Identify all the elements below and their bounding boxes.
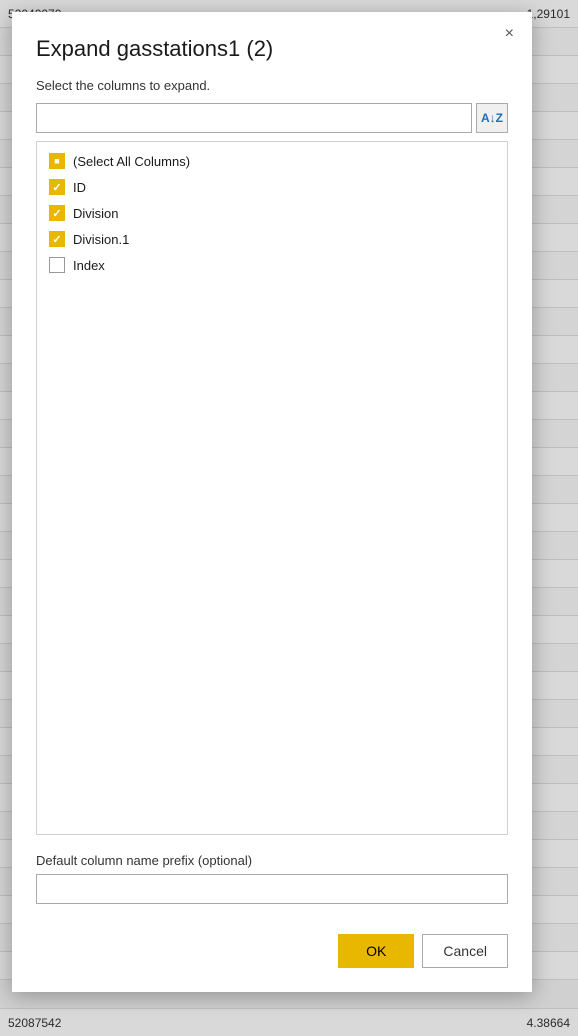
column-label-division1: Division.1 [73, 232, 129, 247]
checkbox-select-all [49, 153, 65, 169]
expand-dialog: × Expand gasstations1 (2) Select the col… [12, 12, 532, 992]
sort-icon: A↓Z [481, 111, 503, 125]
column-label-index: Index [73, 258, 105, 273]
prefix-section: Default column name prefix (optional) [36, 853, 508, 904]
column-item-id[interactable]: ID [37, 174, 507, 200]
column-item-select-all[interactable]: (Select All Columns) [37, 148, 507, 174]
column-label-select-all: (Select All Columns) [73, 154, 190, 169]
search-row: A↓Z [36, 103, 508, 133]
ok-button[interactable]: OK [338, 934, 414, 968]
prefix-label: Default column name prefix (optional) [36, 853, 508, 868]
prefix-input[interactable] [36, 874, 508, 904]
checkbox-division [49, 205, 65, 221]
column-label-id: ID [73, 180, 86, 195]
dialog-subtitle: Select the columns to expand. [36, 78, 508, 93]
cancel-button[interactable]: Cancel [422, 934, 508, 968]
checkbox-index [49, 257, 65, 273]
column-item-index[interactable]: Index [37, 252, 507, 278]
dialog-title: Expand gasstations1 (2) [36, 36, 508, 62]
column-item-division1[interactable]: Division.1 [37, 226, 507, 252]
checkbox-division1 [49, 231, 65, 247]
columns-list: (Select All Columns) ID Division Divisio… [36, 141, 508, 835]
dialog-buttons: OK Cancel [36, 934, 508, 968]
search-input[interactable] [36, 103, 472, 133]
sort-button[interactable]: A↓Z [476, 103, 508, 133]
close-button[interactable]: × [499, 22, 520, 46]
checkbox-id [49, 179, 65, 195]
column-label-division: Division [73, 206, 119, 221]
dialog-overlay: × Expand gasstations1 (2) Select the col… [0, 0, 578, 1036]
column-item-division[interactable]: Division [37, 200, 507, 226]
